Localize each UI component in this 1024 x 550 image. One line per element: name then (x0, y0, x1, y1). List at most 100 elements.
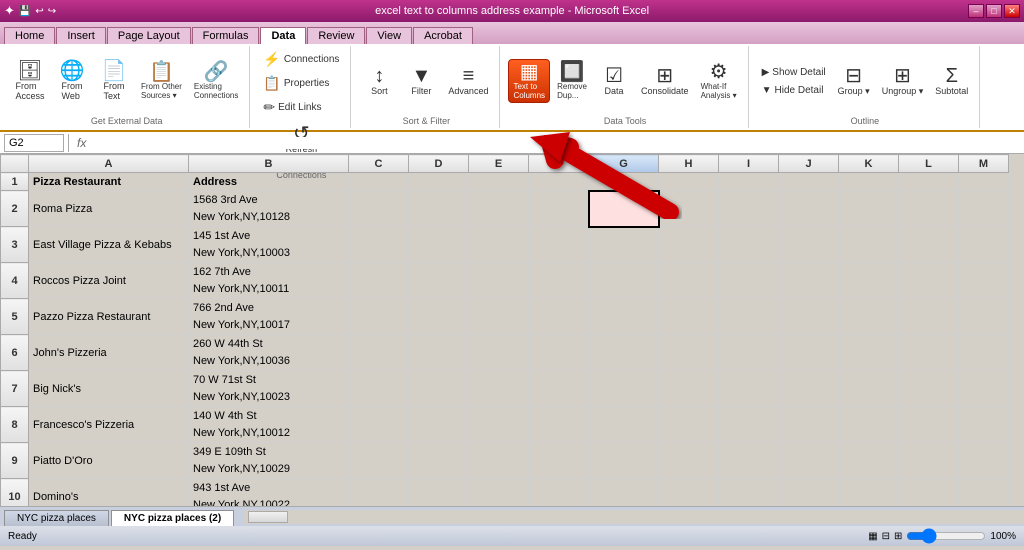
view-page-break-icon[interactable]: ⊞ (894, 531, 902, 542)
cell-d1[interactable] (409, 173, 469, 191)
cell-b5[interactable]: 766 2nd AveNew York,NY,10017 (189, 299, 349, 335)
col-header-j[interactable]: J (779, 155, 839, 173)
row-header-3[interactable]: 3 (1, 227, 29, 263)
cell-e10[interactable] (469, 479, 529, 507)
cell-j10[interactable] (779, 479, 839, 507)
cell-l3[interactable] (899, 227, 959, 263)
cell-b3[interactable]: 145 1st AveNew York,NY,10003 (189, 227, 349, 263)
cell-e8[interactable] (469, 407, 529, 443)
cell-d8[interactable] (409, 407, 469, 443)
cell-j2[interactable] (779, 191, 839, 227)
cell-a6[interactable]: John's Pizzeria (29, 335, 189, 371)
cell-h6[interactable] (659, 335, 719, 371)
cell-l4[interactable] (899, 263, 959, 299)
cell-c7[interactable] (349, 371, 409, 407)
cell-c4[interactable] (349, 263, 409, 299)
cell-l5[interactable] (899, 299, 959, 335)
data-validation-button[interactable]: ☑ Data (594, 63, 634, 99)
col-header-m[interactable]: M (959, 155, 1009, 173)
cell-a5[interactable]: Pazzo Pizza Restaurant (29, 299, 189, 335)
col-header-i[interactable]: I (719, 155, 779, 173)
cell-e4[interactable] (469, 263, 529, 299)
subtotal-button[interactable]: Σ Subtotal (930, 63, 973, 100)
col-header-a[interactable]: A (29, 155, 189, 173)
horizontal-scrollbar[interactable] (244, 510, 1024, 524)
sheet-tab-1[interactable]: NYC pizza places (4, 510, 109, 526)
cell-b6[interactable]: 260 W 44th StNew York,NY,10036 (189, 335, 349, 371)
cell-f5[interactable] (529, 299, 589, 335)
cell-l7[interactable] (899, 371, 959, 407)
cell-d2[interactable] (409, 191, 469, 227)
consolidate-button[interactable]: ⊞ Consolidate (636, 63, 694, 99)
cell-k4[interactable] (839, 263, 899, 299)
cell-g9[interactable] (589, 443, 659, 479)
cell-i5[interactable] (719, 299, 779, 335)
tab-view[interactable]: View (366, 27, 412, 44)
edit-links-button[interactable]: ✏ Edit Links (258, 96, 326, 119)
cell-k2[interactable] (839, 191, 899, 227)
redo-icon[interactable]: ↪ (48, 6, 56, 17)
cell-g5[interactable] (589, 299, 659, 335)
cell-h3[interactable] (659, 227, 719, 263)
cell-e1[interactable] (469, 173, 529, 191)
cell-m2[interactable] (959, 191, 1009, 227)
cell-c1[interactable] (349, 173, 409, 191)
cell-i9[interactable] (719, 443, 779, 479)
cell-i7[interactable] (719, 371, 779, 407)
tab-data[interactable]: Data (260, 27, 306, 44)
cell-a2[interactable]: Roma Pizza (29, 191, 189, 227)
tab-formulas[interactable]: Formulas (192, 27, 260, 44)
cell-d9[interactable] (409, 443, 469, 479)
cell-a1[interactable]: Pizza Restaurant (29, 173, 189, 191)
cell-m6[interactable] (959, 335, 1009, 371)
scrollbar-thumb[interactable] (248, 511, 288, 523)
cell-c6[interactable] (349, 335, 409, 371)
sort-button[interactable]: ↕ Sort (359, 63, 399, 99)
cell-h5[interactable] (659, 299, 719, 335)
col-header-l[interactable]: L (899, 155, 959, 173)
close-button[interactable]: ✕ (1004, 4, 1020, 18)
cell-e5[interactable] (469, 299, 529, 335)
minimize-button[interactable]: – (968, 4, 984, 18)
col-header-k[interactable]: K (839, 155, 899, 173)
from-web-button[interactable]: 🌐 FromWeb (52, 58, 92, 104)
cell-f1[interactable] (529, 173, 589, 191)
row-header-10[interactable]: 10 (1, 479, 29, 507)
cell-g10[interactable] (589, 479, 659, 507)
show-detail-button[interactable]: ▶ Show Detail (757, 64, 831, 81)
cell-k7[interactable] (839, 371, 899, 407)
cell-i4[interactable] (719, 263, 779, 299)
cell-m8[interactable] (959, 407, 1009, 443)
cell-d3[interactable] (409, 227, 469, 263)
cell-k6[interactable] (839, 335, 899, 371)
cell-a10[interactable]: Domino's (29, 479, 189, 507)
from-access-button[interactable]: 🗄 FromAccess (10, 58, 50, 104)
cell-l8[interactable] (899, 407, 959, 443)
cell-l2[interactable] (899, 191, 959, 227)
cell-a4[interactable]: Roccos Pizza Joint (29, 263, 189, 299)
cell-f10[interactable] (529, 479, 589, 507)
cell-g6[interactable] (589, 335, 659, 371)
cell-c10[interactable] (349, 479, 409, 507)
cell-m7[interactable] (959, 371, 1009, 407)
cell-k3[interactable] (839, 227, 899, 263)
col-header-b[interactable]: B (189, 155, 349, 173)
what-if-button[interactable]: ⚙ What-IfAnalysis ▾ (696, 59, 742, 103)
cell-k9[interactable] (839, 443, 899, 479)
cell-c8[interactable] (349, 407, 409, 443)
cell-h10[interactable] (659, 479, 719, 507)
cell-a8[interactable]: Francesco's Pizzeria (29, 407, 189, 443)
cell-f8[interactable] (529, 407, 589, 443)
maximize-button[interactable]: □ (986, 4, 1002, 18)
cell-b4[interactable]: 162 7th AveNew York,NY,10011 (189, 263, 349, 299)
from-text-button[interactable]: 📄 FromText (94, 58, 134, 104)
cell-c3[interactable] (349, 227, 409, 263)
remove-duplicates-button[interactable]: 🔲 RemoveDup... (552, 59, 592, 103)
cell-f2[interactable] (529, 191, 589, 227)
from-other-button[interactable]: 📋 From OtherSources ▾ (136, 59, 187, 103)
advanced-button[interactable]: ≡ Advanced (443, 63, 493, 99)
cell-k5[interactable] (839, 299, 899, 335)
cell-f4[interactable] (529, 263, 589, 299)
properties-button[interactable]: 📋 Properties (258, 72, 334, 95)
cell-b10[interactable]: 943 1st AveNew York,NY,10022 (189, 479, 349, 507)
